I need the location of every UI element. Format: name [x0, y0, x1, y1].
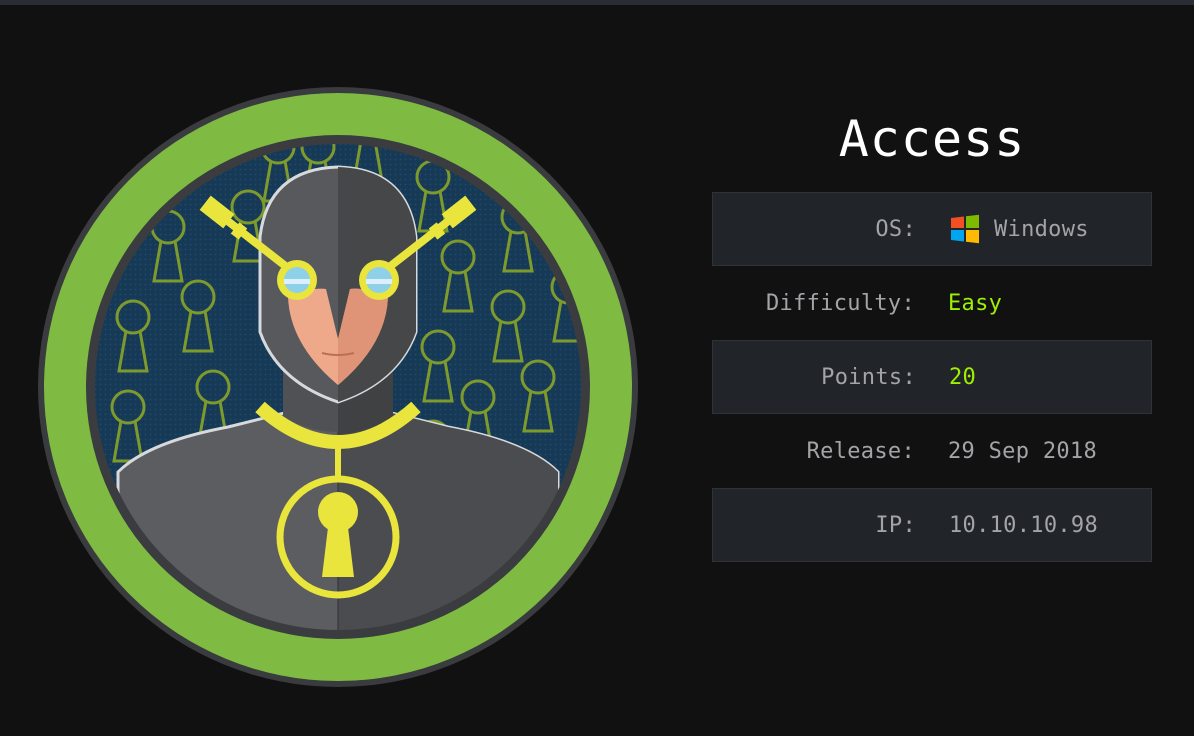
ip-value: 10.10.10.98 — [949, 512, 1098, 538]
ip-row: IP: 10.10.10.98 — [712, 488, 1152, 562]
os-row: OS: Windows — [712, 192, 1152, 266]
top-border — [0, 0, 1194, 5]
os-value: Windows — [994, 216, 1089, 242]
os-label: OS: — [875, 216, 916, 242]
difficulty-row: Difficulty: Easy — [712, 266, 1152, 340]
points-label: Points: — [821, 364, 916, 390]
difficulty-value: Easy — [948, 290, 1003, 316]
machine-avatar — [38, 87, 638, 687]
os-value-wrapper: Windows — [949, 214, 1089, 244]
machine-info-table: OS: Windows Difficulty: Easy Points: 20 … — [712, 192, 1152, 562]
release-value: 29 Sep 2018 — [948, 438, 1097, 464]
points-row: Points: 20 — [712, 340, 1152, 414]
difficulty-label: Difficulty: — [766, 290, 915, 316]
release-row: Release: 29 Sep 2018 — [712, 414, 1152, 488]
points-value: 20 — [949, 364, 977, 390]
machine-title: Access — [838, 110, 1026, 168]
ip-label: IP: — [875, 512, 916, 538]
windows-logo-icon — [949, 214, 981, 244]
release-label: Release: — [806, 438, 915, 464]
